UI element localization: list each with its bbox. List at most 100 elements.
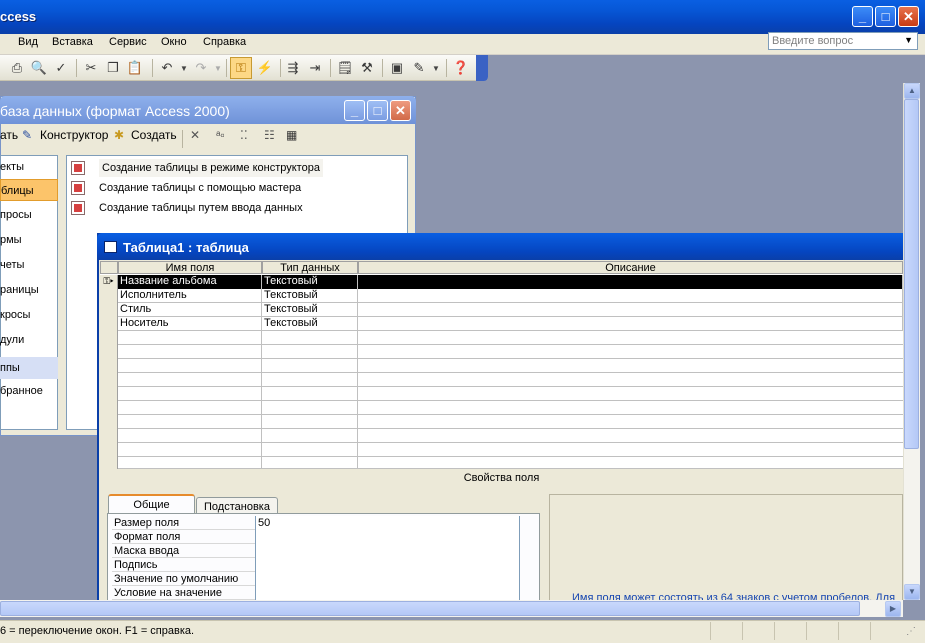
db-object-queries[interactable]: просы bbox=[0, 204, 58, 226]
minimize-button[interactable]: _ bbox=[852, 6, 873, 27]
menu-window[interactable]: Окно bbox=[161, 36, 187, 48]
field-name-cell[interactable] bbox=[118, 345, 262, 359]
row-selector[interactable] bbox=[100, 331, 118, 345]
db-groups-header[interactable]: ппы bbox=[0, 357, 58, 379]
redo-icon[interactable]: ↷ bbox=[192, 59, 210, 77]
db-open-button[interactable]: ать bbox=[0, 128, 18, 152]
close-button[interactable]: ✕ bbox=[898, 6, 919, 27]
delete-icon[interactable]: ✕ bbox=[190, 128, 200, 152]
scroll-right-icon[interactable]: ▶ bbox=[885, 601, 901, 617]
tab-lookup[interactable]: Подстановка bbox=[196, 497, 278, 514]
db-object-tables[interactable]: блицы bbox=[0, 179, 58, 201]
list-item[interactable]: Создание таблицы путем ввода данных bbox=[71, 199, 331, 217]
row-selector[interactable] bbox=[100, 303, 118, 317]
description-cell[interactable] bbox=[358, 303, 903, 317]
details-view-icon[interactable]: ▦ bbox=[286, 128, 297, 152]
data-type-cell[interactable]: Текстовый bbox=[262, 289, 358, 303]
field-name-cell[interactable] bbox=[118, 359, 262, 373]
row-selector[interactable] bbox=[100, 289, 118, 303]
new-object-icon[interactable]: ✎ bbox=[410, 59, 428, 77]
db-maximize-button[interactable]: □ bbox=[367, 100, 388, 121]
db-create-button[interactable]: Создать bbox=[131, 128, 177, 152]
list-item[interactable]: Создание таблицы с помощью мастера bbox=[71, 179, 331, 197]
row-selector[interactable] bbox=[100, 401, 118, 415]
property-row[interactable]: Подпись bbox=[112, 558, 520, 572]
ask-question-input[interactable]: Введите вопрос ▼ bbox=[768, 32, 918, 50]
data-type-cell[interactable]: Текстовый bbox=[262, 317, 358, 331]
field-name-cell[interactable]: Стиль bbox=[118, 303, 262, 317]
help-icon[interactable]: ❓ bbox=[452, 59, 470, 77]
spelling-icon[interactable]: ✓ bbox=[52, 59, 70, 77]
field-name-cell[interactable] bbox=[118, 373, 262, 387]
property-row[interactable]: Условие на значение bbox=[112, 586, 520, 600]
cut-icon[interactable]: ✂ bbox=[82, 59, 100, 77]
db-minimize-button[interactable]: _ bbox=[344, 100, 365, 121]
small-icons-icon[interactable]: ⁚⁚ bbox=[240, 128, 248, 152]
row-selector[interactable] bbox=[100, 387, 118, 401]
db-close-button[interactable]: ✕ bbox=[390, 100, 411, 121]
table-row[interactable]: Стиль Текстовый bbox=[100, 303, 903, 317]
undo-icon[interactable]: ↶ bbox=[158, 59, 176, 77]
data-type-cell[interactable] bbox=[262, 345, 358, 359]
data-type-cell[interactable] bbox=[262, 359, 358, 373]
menu-view[interactable]: Вид bbox=[18, 36, 38, 48]
list-view-icon[interactable]: ☷ bbox=[264, 128, 275, 152]
data-type-cell[interactable] bbox=[262, 443, 358, 457]
undo-dropdown-icon[interactable]: ▼ bbox=[180, 64, 188, 73]
paste-icon[interactable]: 📋 bbox=[126, 59, 144, 77]
field-name-cell[interactable] bbox=[118, 415, 262, 429]
copy-icon[interactable]: ❐ bbox=[104, 59, 122, 77]
property-value-input[interactable] bbox=[255, 586, 520, 600]
field-name-cell[interactable] bbox=[118, 401, 262, 415]
print-preview-icon[interactable]: 🔍 bbox=[30, 59, 48, 77]
field-name-cell[interactable] bbox=[118, 331, 262, 345]
scroll-down-icon[interactable]: ▼ bbox=[904, 584, 920, 600]
empty-row[interactable] bbox=[100, 359, 903, 373]
redo-dropdown-icon[interactable]: ▼ bbox=[214, 64, 222, 73]
insert-rows-icon[interactable]: ⇶ bbox=[284, 59, 302, 77]
empty-row[interactable] bbox=[100, 387, 903, 401]
field-name-cell[interactable]: Исполнитель bbox=[118, 289, 262, 303]
empty-row[interactable] bbox=[100, 373, 903, 387]
description-cell[interactable] bbox=[358, 317, 903, 331]
menu-help[interactable]: Справка bbox=[203, 36, 246, 48]
row-selector[interactable] bbox=[100, 443, 118, 457]
property-value-input[interactable]: 50 bbox=[255, 516, 520, 530]
row-selector[interactable] bbox=[100, 457, 118, 469]
description-cell[interactable] bbox=[358, 275, 903, 289]
db-object-pages[interactable]: раницы bbox=[0, 279, 58, 301]
property-value-input[interactable] bbox=[255, 530, 520, 544]
property-value-input[interactable] bbox=[255, 572, 520, 586]
property-row[interactable]: Маска ввода bbox=[112, 544, 520, 558]
data-type-cell[interactable] bbox=[262, 457, 358, 469]
data-type-cell[interactable]: Текстовый bbox=[262, 303, 358, 317]
data-type-cell[interactable] bbox=[262, 401, 358, 415]
db-object-modules[interactable]: дули bbox=[0, 329, 58, 351]
toolbar-options-handle[interactable] bbox=[476, 55, 488, 81]
chevron-down-icon[interactable]: ▼ bbox=[904, 35, 913, 45]
description-cell[interactable] bbox=[358, 289, 903, 303]
data-type-cell[interactable] bbox=[262, 387, 358, 401]
data-type-cell[interactable] bbox=[262, 373, 358, 387]
delete-rows-icon[interactable]: ⇥ bbox=[306, 59, 324, 77]
build-icon[interactable]: ⚒ bbox=[358, 59, 376, 77]
empty-row[interactable] bbox=[100, 331, 903, 345]
field-name-cell[interactable] bbox=[118, 387, 262, 401]
large-icons-icon[interactable]: ᵃ▫ bbox=[216, 128, 225, 152]
resize-grip-icon[interactable]: ⋰ bbox=[906, 626, 916, 637]
db-object-macros[interactable]: кросы bbox=[0, 304, 58, 326]
empty-row[interactable] bbox=[100, 401, 903, 415]
empty-row[interactable] bbox=[100, 429, 903, 443]
field-name-cell[interactable] bbox=[118, 443, 262, 457]
row-selector[interactable] bbox=[100, 317, 118, 331]
row-selector[interactable] bbox=[100, 415, 118, 429]
empty-row[interactable] bbox=[100, 457, 903, 469]
table-row[interactable]: Исполнитель Текстовый bbox=[100, 289, 903, 303]
field-name-cell[interactable] bbox=[118, 429, 262, 443]
db-object-forms[interactable]: рмы bbox=[0, 229, 58, 251]
field-name-cell[interactable]: Носитель bbox=[118, 317, 262, 331]
data-type-cell[interactable] bbox=[262, 331, 358, 345]
table-row[interactable]: Носитель Текстовый bbox=[100, 317, 903, 331]
property-row[interactable]: Размер поля 50 bbox=[112, 516, 520, 530]
property-value-input[interactable] bbox=[255, 558, 520, 572]
